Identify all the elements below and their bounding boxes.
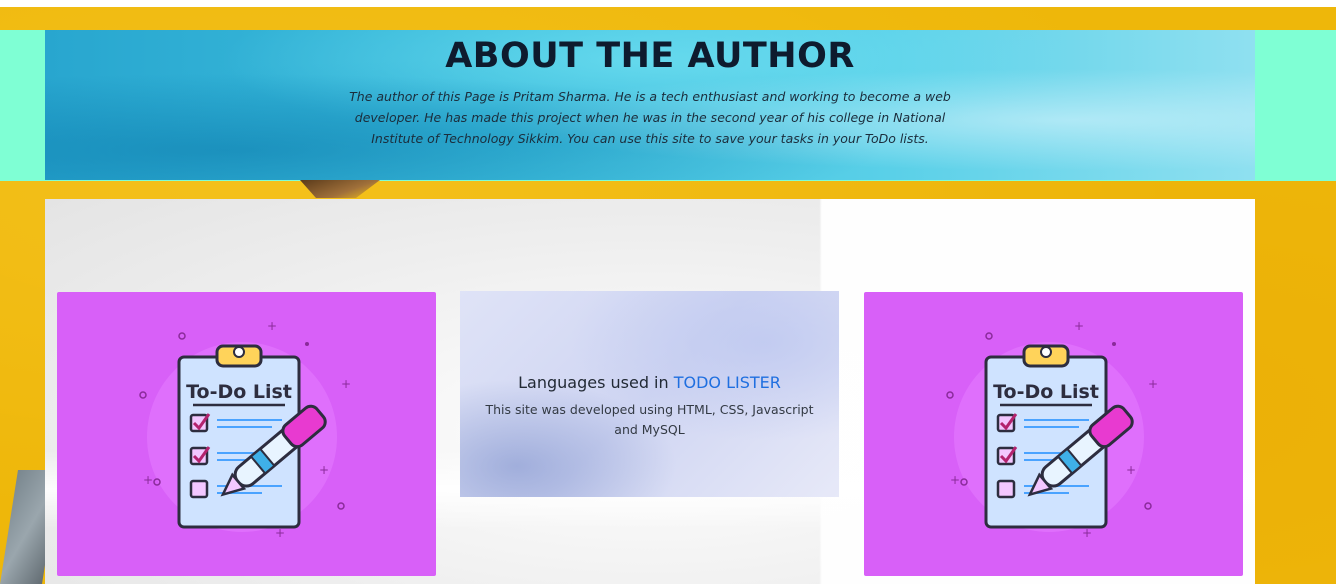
about-section: ABOUT THE AUTHOR The author of this Page… [45,30,1255,180]
svg-text:+: + [341,377,351,391]
about-title: ABOUT THE AUTHOR [445,36,855,76]
languages-heading-prefix: Languages used in [518,373,674,392]
about-description: The author of this Page is Pritam Sharma… [349,89,951,146]
languages-card: Languages used in TODO LISTER This site … [460,291,839,497]
languages-body: This site was developed using HTML, CSS,… [485,402,814,437]
top-strip [0,0,1336,7]
svg-text:+: + [267,319,277,333]
todo-lister-accent: TODO LISTER [673,373,781,392]
svg-text:To-Do List: To-Do List [993,381,1099,403]
svg-text:+: + [1074,319,1084,333]
svg-text:+: + [1126,463,1136,477]
todo-clipboard-icon: + + + + + To-Do List [139,319,351,540]
svg-text:+: + [950,473,960,487]
svg-text:+: + [143,473,153,487]
svg-text:To-Do List: To-Do List [186,381,292,403]
todo-image-card-left: + + + + + To-Do List [57,292,436,576]
svg-text:+: + [319,463,329,477]
languages-heading: Languages used in TODO LISTER [460,291,839,392]
todo-clipboard-icon: + + + + + To-Do List [946,319,1158,540]
svg-text:+: + [1148,377,1158,391]
todo-image-card-right: + + + + + To-Do List [864,292,1243,576]
